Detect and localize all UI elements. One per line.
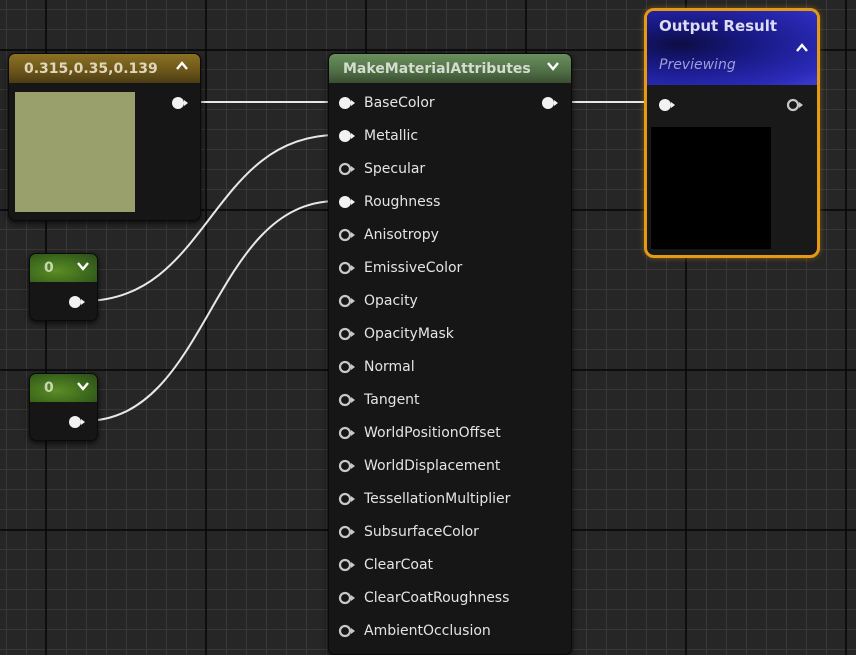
pin-label: Roughness (364, 194, 441, 210)
pin-label: SubsurfaceColor (364, 524, 479, 540)
unconnected-pin-icon[interactable] (338, 261, 356, 275)
node-header[interactable]: MakeMaterialAttributes (329, 54, 571, 83)
node-value: 0 (44, 380, 54, 396)
input-pin-row[interactable]: Opacity (329, 291, 569, 311)
unconnected-pin-icon[interactable] (338, 459, 356, 473)
input-pin-row[interactable]: ClearCoatRoughness (329, 588, 569, 608)
pin-label: Metallic (364, 128, 419, 144)
constant-node[interactable]: 0 (29, 373, 98, 441)
node-subtitle: Previewing (659, 57, 736, 73)
unconnected-pin-icon[interactable] (338, 591, 356, 605)
constant-node[interactable]: 0 (29, 253, 98, 321)
constant3vector-node[interactable]: 0.315,0.35,0.139 (8, 53, 201, 221)
input-pin-row[interactable]: Normal (329, 357, 569, 377)
unconnected-pin-icon[interactable] (338, 426, 356, 440)
pin-label: ClearCoatRoughness (364, 590, 510, 606)
make-material-attributes-node[interactable]: MakeMaterialAttributes BaseColor Metallic… (328, 53, 572, 655)
input-pin[interactable] (658, 98, 676, 112)
unconnected-pin-icon[interactable] (338, 393, 356, 407)
connected-pin-icon[interactable] (338, 129, 356, 143)
node-header[interactable]: 0 (30, 374, 97, 402)
color-swatch (15, 92, 135, 212)
chevron-down-icon[interactable] (546, 59, 560, 73)
input-pin-row[interactable]: Anisotropy (329, 225, 569, 245)
connected-pin-icon[interactable] (338, 195, 356, 209)
node-title: 0.315,0.35,0.139 (24, 60, 158, 77)
unconnected-pin-icon[interactable] (338, 624, 356, 638)
pin-label: BaseColor (364, 95, 435, 111)
pin-label: OpacityMask (364, 326, 454, 342)
input-pin-row[interactable]: Roughness (329, 192, 569, 212)
chevron-up-icon[interactable] (795, 41, 809, 55)
chevron-down-icon[interactable] (76, 259, 90, 273)
unconnected-pin-icon[interactable] (338, 327, 356, 341)
unconnected-pin-icon[interactable] (338, 525, 356, 539)
input-pin-row[interactable]: WorldPositionOffset (329, 423, 569, 443)
preview-area (651, 127, 771, 249)
node-value: 0 (44, 260, 54, 276)
chevron-up-icon[interactable] (175, 59, 189, 73)
output-pin[interactable] (786, 98, 804, 112)
pin-label: Normal (364, 359, 415, 375)
input-pin-row[interactable]: ClearCoat (329, 555, 569, 575)
connected-pin-icon[interactable] (338, 96, 356, 110)
pin-label: TessellationMultiplier (364, 491, 511, 507)
output-pin[interactable] (171, 96, 189, 110)
output-result-node[interactable]: Output Result Previewing (644, 8, 820, 258)
input-pin-row[interactable]: OpacityMask (329, 324, 569, 344)
pin-label: Opacity (364, 293, 418, 309)
pin-label: WorldPositionOffset (364, 425, 501, 441)
input-pin-row[interactable]: Specular (329, 159, 569, 179)
input-pin-row[interactable]: Metallic (329, 126, 569, 146)
input-pin-row[interactable]: AmbientOcclusion (329, 621, 569, 641)
input-pin-row[interactable]: SubsurfaceColor (329, 522, 569, 542)
node-header[interactable]: 0 (30, 254, 97, 282)
input-pin-row[interactable]: BaseColor (329, 93, 569, 113)
node-title: MakeMaterialAttributes (343, 60, 531, 77)
unconnected-pin-icon[interactable] (338, 492, 356, 506)
unconnected-pin-icon[interactable] (338, 360, 356, 374)
input-pin-row[interactable]: Tangent (329, 390, 569, 410)
node-title: Output Result (659, 17, 778, 35)
input-pin-row[interactable]: EmissiveColor (329, 258, 569, 278)
pin-label: EmissiveColor (364, 260, 463, 276)
pin-label: WorldDisplacement (364, 458, 501, 474)
pin-label: Tangent (364, 392, 420, 408)
unconnected-pin-icon[interactable] (338, 558, 356, 572)
unconnected-pin-icon[interactable] (338, 294, 356, 308)
node-header[interactable]: 0.315,0.35,0.139 (9, 54, 200, 83)
input-pin-row[interactable]: TessellationMultiplier (329, 489, 569, 509)
wire-roughness[interactable] (83, 200, 338, 422)
unconnected-pin-icon[interactable] (338, 228, 356, 242)
pin-label: Anisotropy (364, 227, 439, 243)
pin-label: ClearCoat (364, 557, 434, 573)
chevron-down-icon[interactable] (76, 379, 90, 393)
pin-label: Specular (364, 161, 426, 177)
output-pin[interactable] (68, 295, 86, 309)
output-pin[interactable] (68, 415, 86, 429)
node-header[interactable]: Output Result Previewing (647, 11, 817, 85)
input-pin-row[interactable]: WorldDisplacement (329, 456, 569, 476)
unconnected-pin-icon[interactable] (338, 162, 356, 176)
